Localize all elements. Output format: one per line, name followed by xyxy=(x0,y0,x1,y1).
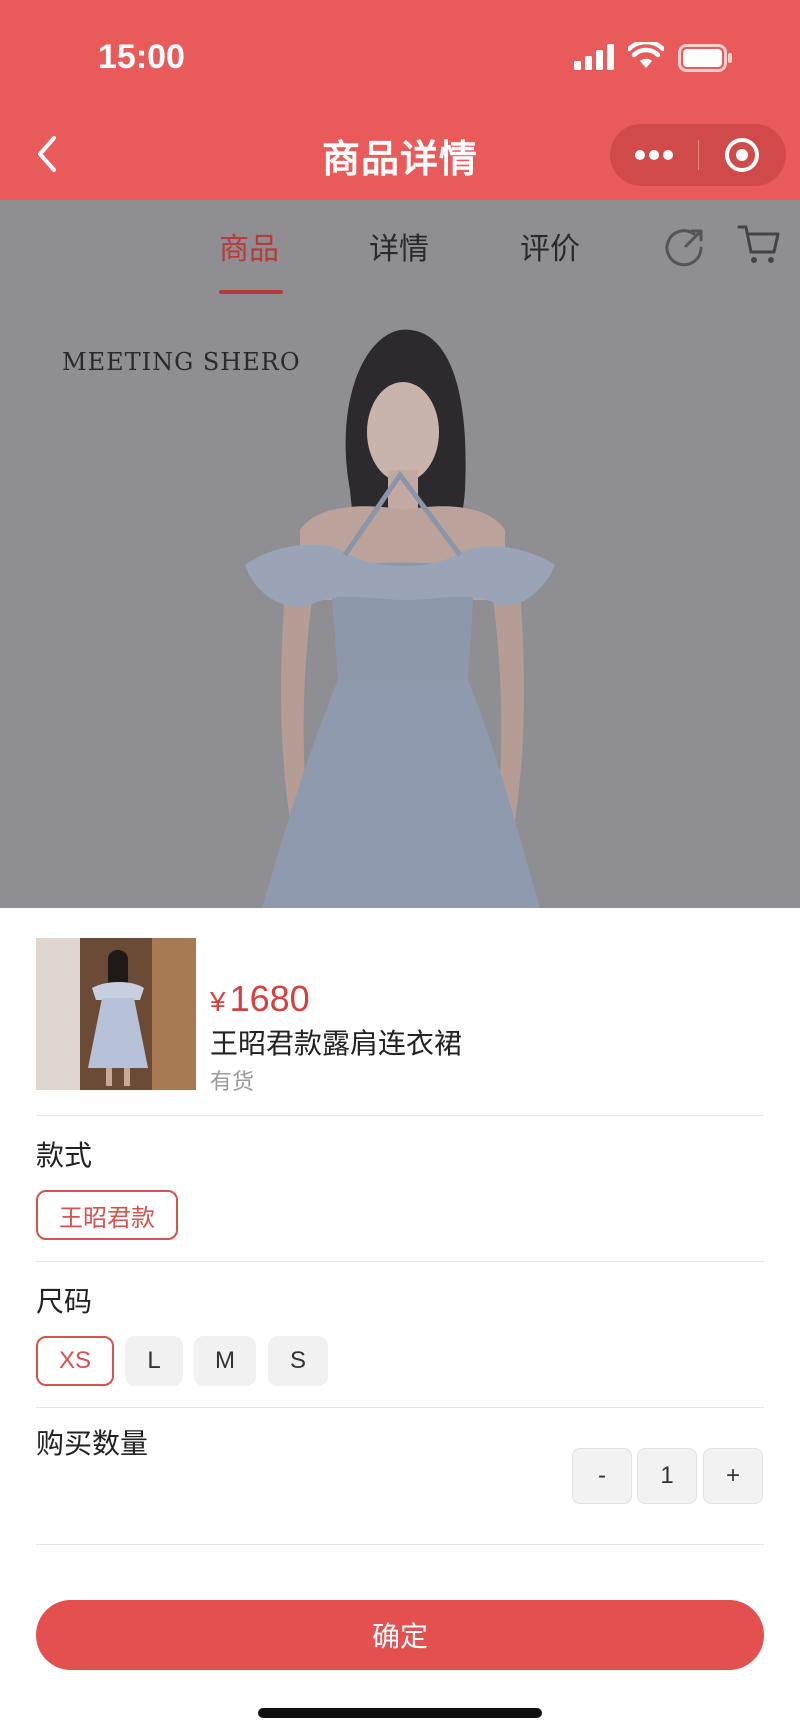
size-option-s[interactable]: S xyxy=(268,1336,328,1386)
more-dots-icon[interactable] xyxy=(610,124,698,186)
quantity-stepper[interactable]: 1 xyxy=(637,1448,697,1504)
quantity-label: 购买数量 xyxy=(36,1427,149,1460)
price-value: 1680 xyxy=(229,978,310,1019)
product-price: ¥1680 xyxy=(210,978,310,1020)
size-option-xs[interactable]: XS xyxy=(36,1336,114,1386)
cellular-signal-icon xyxy=(574,44,614,70)
target-circle-icon[interactable] xyxy=(698,124,786,186)
divider xyxy=(36,1261,764,1262)
quantity-increase-button[interactable]: + xyxy=(703,1448,763,1504)
share-icon[interactable] xyxy=(664,226,706,268)
tab-product[interactable]: 商品 xyxy=(219,224,279,268)
divider xyxy=(36,1115,764,1116)
confirm-button[interactable]: 确定 xyxy=(36,1600,764,1670)
wifi-icon xyxy=(628,42,664,68)
quantity-decrease-button[interactable]: - xyxy=(572,1448,632,1504)
currency-symbol: ¥ xyxy=(210,986,226,1017)
size-option-m[interactable]: M xyxy=(194,1336,256,1386)
style-option-wangzhaojun[interactable]: 王昭君款 xyxy=(36,1190,178,1240)
divider xyxy=(36,1544,764,1545)
style-label: 款式 xyxy=(36,1139,93,1172)
home-indicator xyxy=(258,1708,542,1718)
cart-icon[interactable] xyxy=(736,222,782,268)
stock-status: 有货 xyxy=(210,1070,255,1095)
tab-details[interactable]: 详情 xyxy=(369,224,429,268)
size-label: 尺码 xyxy=(36,1285,93,1318)
active-tab-underline xyxy=(219,290,283,294)
product-photo xyxy=(245,329,555,908)
status-time: 15:00 xyxy=(98,38,185,76)
product-thumbnail xyxy=(36,938,196,1090)
size-option-l[interactable]: L xyxy=(125,1336,183,1386)
sku-selector-sheet: ¥1680 王昭君款露肩连衣裙 有货 款式 王昭君款 尺码 XS L M S 购… xyxy=(0,908,800,1734)
product-name: 王昭君款露肩连衣裙 xyxy=(210,1027,463,1060)
battery-icon xyxy=(678,44,732,72)
top-bar: 15:00 商品详情 xyxy=(0,0,800,200)
brand-watermark: MEETING SHERO xyxy=(62,348,301,376)
product-tabs: 商品 详情 评价 xyxy=(0,200,800,300)
product-gallery: 商品 详情 评价 MEETING SHERO xyxy=(0,200,800,908)
tab-reviews[interactable]: 评价 xyxy=(520,224,580,268)
divider xyxy=(36,1407,764,1408)
mini-program-capsule xyxy=(610,124,786,186)
